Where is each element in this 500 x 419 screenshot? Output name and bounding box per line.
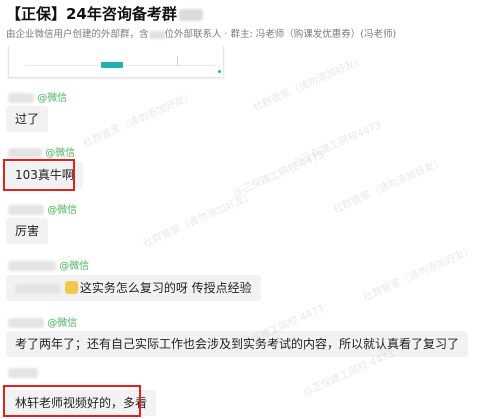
wechat-source-tag: @微信 xyxy=(47,318,78,329)
image-content-button xyxy=(101,62,123,68)
message-sender[interactable]: @微信 xyxy=(8,144,75,159)
redacted-sender-name xyxy=(8,318,44,328)
watermark: @正保建工网校4473 xyxy=(291,119,384,169)
image-corner-dot xyxy=(218,70,221,73)
subtitle-prefix: 由企业微信用户创建的外部群，含 xyxy=(6,29,149,40)
redacted-sender-name xyxy=(8,205,44,215)
image-content-divider xyxy=(177,56,178,66)
redacted-mention xyxy=(15,283,61,294)
watermark: 社群管家（请勿添加好友） xyxy=(251,54,366,114)
subtitle-suffix: 位外部联系人 · 群主: 冯老师（购课发优惠券）(冯老师) xyxy=(164,29,397,40)
thumbs-up-emoji-icon xyxy=(64,281,78,294)
redacted-member-count xyxy=(148,30,165,39)
wechat-source-tag: @微信 xyxy=(47,205,78,216)
group-title[interactable]: 【正保】24年咨询备考群 xyxy=(6,3,203,24)
highlight-box xyxy=(3,385,141,417)
redacted-sender-name xyxy=(8,368,38,378)
watermark: 社群管家（请勿添加好友） xyxy=(141,190,256,250)
chat-header: 【正保】24年咨询备考群 由企业微信用户创建的外部群，含 位外部联系人 · 群主:… xyxy=(0,0,500,46)
message-text: 这实务怎么复习的呀 传授点经验 xyxy=(79,281,252,295)
redacted-sender-name xyxy=(8,148,42,158)
wechat-source-tag: @微信 xyxy=(45,148,76,159)
message-sender[interactable]: @微信 xyxy=(8,314,77,329)
message-bubble[interactable]: 考了两年了；还有自己实际工作也会涉及到实务考试的内容，所以就认真看了复习了 xyxy=(6,331,469,357)
message-sender[interactable] xyxy=(8,368,38,379)
watermark: 社群管家（请勿添加好友） xyxy=(331,156,446,216)
message-sender[interactable]: @微信 xyxy=(8,201,77,216)
highlight-box xyxy=(3,159,75,191)
redacted-sender-name xyxy=(8,93,34,103)
message-sender[interactable]: @微信 xyxy=(8,89,67,104)
redacted-sender-name xyxy=(8,261,56,271)
watermark: @正保建工网校 4473 xyxy=(231,149,327,200)
watermark: 社群管家（请勿添加好友） xyxy=(361,244,476,304)
message-bubble[interactable]: 过了 xyxy=(6,106,49,132)
wechat-source-tag: @微信 xyxy=(59,261,90,272)
redacted-title-suffix xyxy=(178,8,203,21)
image-message[interactable] xyxy=(8,46,224,78)
message-bubble[interactable]: 厉害 xyxy=(6,218,49,244)
group-subtitle: 由企业微信用户创建的外部群，含 位外部联系人 · 群主: 冯老师（购课发优惠券）(… xyxy=(6,26,396,40)
message-sender[interactable]: @微信 xyxy=(8,257,89,272)
message-bubble[interactable]: 这实务怎么复习的呀 传授点经验 xyxy=(6,275,261,301)
watermark: 社群管家（请勿添加好友） xyxy=(81,90,196,150)
group-title-text: 【正保】24年咨询备考群 xyxy=(6,5,177,23)
wechat-source-tag: @微信 xyxy=(37,93,68,104)
